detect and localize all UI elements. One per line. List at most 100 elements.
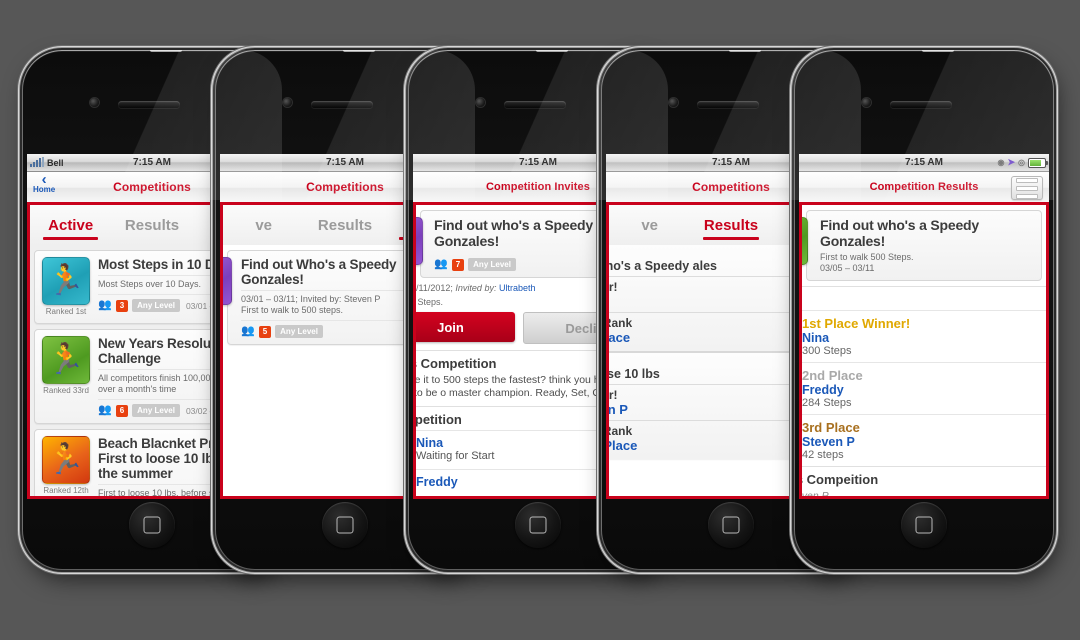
competition-thumbnail: 🏃 [416,217,423,265]
ranking-name[interactable]: Nina [802,331,910,345]
rank-label: Ranked 12th [43,486,89,495]
ranking-name[interactable]: Freddy [802,383,863,397]
ranking-name[interactable]: Steven P [802,435,860,449]
earpiece-speaker [697,101,759,108]
level-badge: Any Level [275,325,323,338]
results-detail: 🏃 Find out who's a Speedy Gonzales! Firs… [802,205,1046,496]
participant-name[interactable]: Freddy [416,475,458,489]
tab-results-label: Results [317,216,373,234]
participant-status: Waiting for Start [416,450,495,462]
tab-results-label: Results [703,216,759,234]
front-camera-icon [669,98,678,107]
page-title: Competitions [692,180,770,194]
chevron-left-icon: ‹ [41,171,47,188]
earpiece-speaker [504,101,566,108]
status-bar-time: 7:15 AM [712,157,750,168]
place-label: 2nd Place [802,368,863,383]
tab-results[interactable]: Results [111,205,192,245]
participant-count-badge: 7 [451,258,465,271]
place-label: 3rd Place [802,420,860,435]
tab-active-label: ve [255,216,272,234]
status-bar-time: 7:15 AM [133,157,171,168]
ranking-row[interactable]: 1st Place Winner! Nina 300 Steps [802,310,1046,362]
earpiece-speaker [890,101,952,108]
competition-thumbnail: 🏃 [42,336,90,384]
ranking-steps: 42 steps [802,449,844,461]
nav-bar-5: Competition Results [799,172,1049,203]
home-button[interactable] [322,502,368,548]
content-frame-5: 🏃 Find out who's a Speedy Gonzales! Firs… [799,202,1049,499]
runners-icon: 🏃 [47,343,85,376]
tab-results-label: Results [124,216,180,234]
back-button-label: Home [33,185,56,194]
runner-icon: 🏃 [802,226,803,256]
competition-dates: 03/05 – 03/11 [820,263,875,273]
status-bar-time: 7:15 AM [519,157,557,168]
tab-active[interactable]: ve [609,205,690,245]
runners-icon: 🏃 [47,443,85,476]
competition-thumbnail: 🏃 [223,257,232,305]
competition-thumbnail: 🏃 [42,257,90,305]
screenshot-stage: Bell 7:15 AM ◉ ➤ ◎ ‹ Home Competi [0,0,1080,640]
status-bar: 7:15 AM ◉ ➤ ◎ [799,154,1049,172]
tab-results[interactable]: Results [690,205,771,245]
rankings-heading: ngs [802,286,1046,310]
participant-count-badge: 5 [258,325,272,338]
battery-icon [1028,157,1048,168]
home-button[interactable] [515,502,561,548]
front-camera-icon [476,98,485,107]
participant-count-badge: 6 [115,404,129,417]
page-title: Competition Results [869,181,979,193]
do-not-disturb-icon: ◉ [997,157,1005,167]
invited-by-label: Invited by: [455,283,497,293]
page-title: Competition Invites [486,181,590,193]
earpiece-speaker [118,101,180,108]
runner-icon: 🏃 [416,226,418,256]
place-label: 1st Place Winner! [802,316,911,331]
ranking-row[interactable]: 2nd Place Freddy 284 Steps [802,362,1046,414]
invite-dates: 12 – 03/11/2012; [416,283,453,293]
people-icon: 👥 [434,258,448,270]
earpiece-speaker [311,101,373,108]
rank-label: Ranked 33rd [43,386,89,395]
ranking-row[interactable]: 3rd Place Steven P 42 steps [802,414,1046,466]
tab-active[interactable]: ve [223,205,304,245]
runner-icon: 🏃 [47,264,85,297]
about-author: by Steven P [802,490,829,496]
tab-active-label: ve [641,216,658,234]
rotation-lock-icon: ◎ [1018,157,1025,167]
hamburger-menu-icon[interactable] [1011,176,1043,200]
participant-name[interactable]: Nina [416,436,494,450]
carrier-label: Bell [47,157,64,168]
level-badge: Any Level [132,299,180,312]
about-heading: t this Compeition [802,466,1046,490]
competition-thumbnail: 🏃 [802,217,808,265]
page-title: Competitions [306,180,384,194]
status-bar-time: 7:15 AM [905,157,943,168]
result-header-card: 🏃 Find out who's a Speedy Gonzales! Firs… [802,210,1042,281]
page-title: Competitions [113,180,191,194]
join-button[interactable]: Join [416,312,515,342]
front-camera-icon [283,98,292,107]
tab-active[interactable]: Active [30,205,111,245]
location-arrow-icon: ➤ [1007,157,1016,167]
front-camera-icon [862,98,871,107]
phone-screen-5: 7:15 AM ◉ ➤ ◎ Competition Results Find o… [799,154,1049,499]
rank-label: Ranked 1st [45,307,87,316]
status-bar-time: 7:15 AM [326,157,364,168]
ranking-steps: 300 Steps [802,345,852,357]
competition-title: Find out who's a Speedy Gonzales! [820,217,979,249]
level-badge: Any Level [132,404,180,417]
level-badge: Any Level [468,258,516,271]
home-button[interactable] [129,502,175,548]
back-button-home[interactable]: ‹ Home [33,171,56,194]
tab-results[interactable]: Results [304,205,385,245]
invited-by-user[interactable]: Ultrabeth [499,283,536,293]
competition-thumbnail: 🏃 [42,436,90,484]
people-icon: 👥 [241,325,255,337]
signal-bars-icon [30,157,44,167]
people-icon: 👥 [98,299,112,311]
home-button[interactable] [901,502,947,548]
home-button[interactable] [708,502,754,548]
people-icon: 👥 [98,404,112,416]
